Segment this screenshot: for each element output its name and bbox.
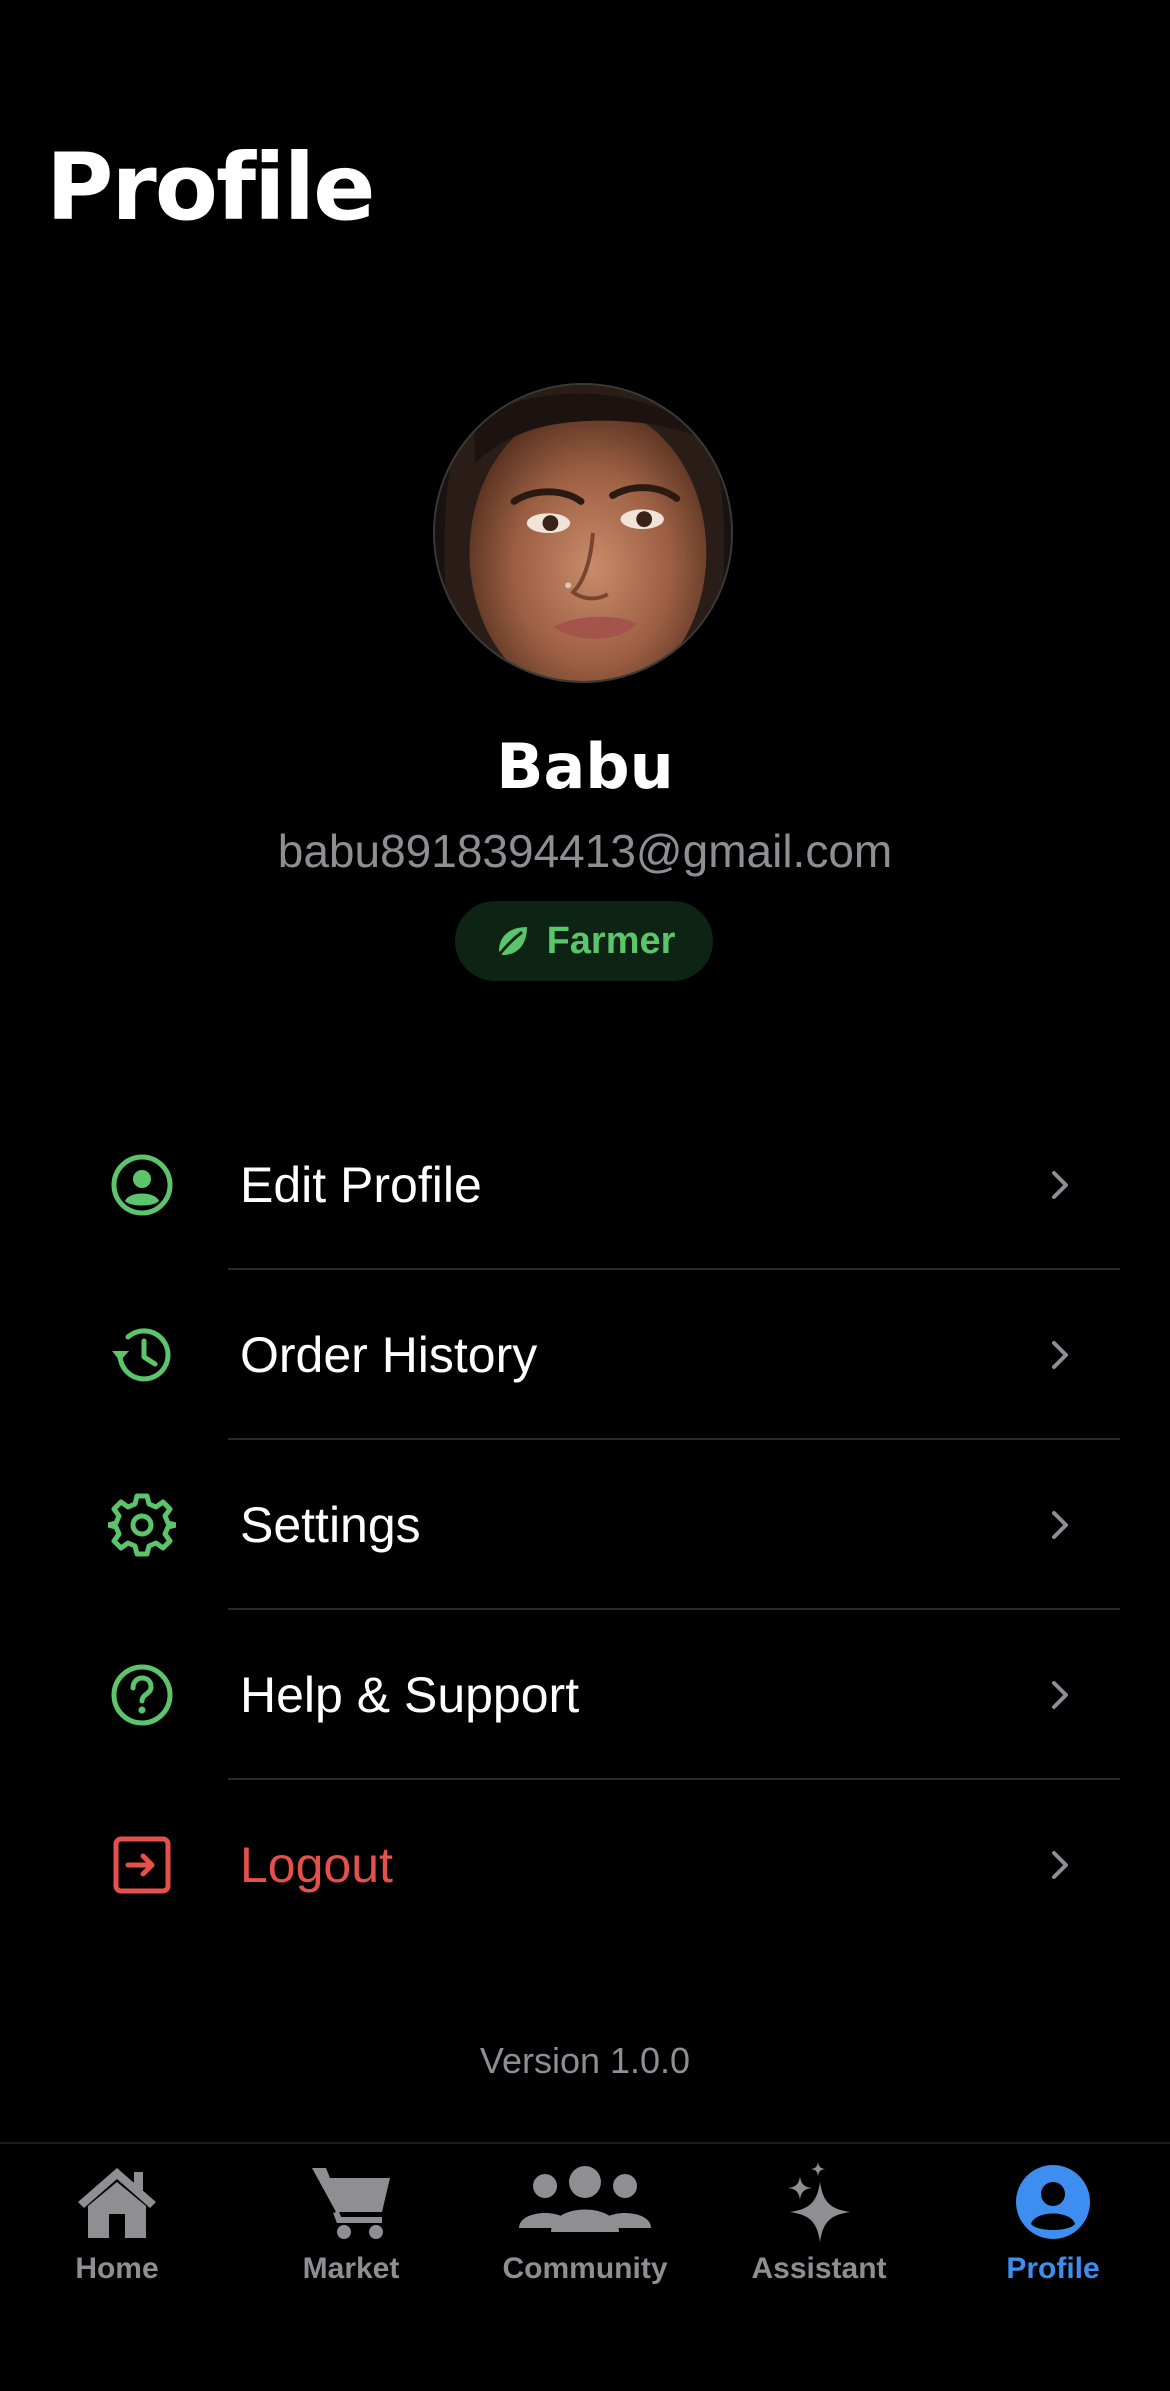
version-label: Version 1.0.0 bbox=[479, 2040, 691, 2081]
chevron-right-icon bbox=[1052, 1511, 1068, 1539]
profile-screen: Profile Babu babu8918394413@gmail.com Fa… bbox=[0, 0, 1170, 2391]
tab-home[interactable]: Home bbox=[0, 2144, 234, 2324]
cart-icon bbox=[306, 2162, 396, 2242]
menu-item-order-history[interactable]: Order History bbox=[0, 1270, 1170, 1440]
menu-item-label: Edit Profile bbox=[240, 1157, 482, 1213]
menu-item-label: Settings bbox=[240, 1497, 421, 1553]
gear-icon bbox=[105, 1491, 179, 1559]
tab-label: Profile bbox=[1006, 2252, 1100, 2285]
chevron-right-icon bbox=[1052, 1171, 1068, 1199]
role-label: Farmer bbox=[546, 919, 676, 962]
tab-label: Market bbox=[302, 2252, 400, 2285]
page-title: Profile bbox=[46, 134, 375, 241]
person-circle-icon bbox=[108, 1151, 176, 1219]
person-icon bbox=[1013, 2162, 1093, 2242]
chevron-right-icon bbox=[1052, 1851, 1068, 1879]
tab-bar: Home Market Community Assistant Profile bbox=[0, 2142, 1170, 2391]
menu-item-settings[interactable]: Settings bbox=[0, 1440, 1170, 1610]
chevron-right-icon bbox=[1052, 1681, 1068, 1709]
leaf-icon bbox=[497, 927, 527, 957]
user-email: babu8918394413@gmail.com bbox=[277, 825, 893, 877]
people-icon bbox=[515, 2162, 655, 2242]
tab-assistant[interactable]: Assistant bbox=[702, 2144, 936, 2324]
user-name: Babu bbox=[496, 730, 674, 803]
avatar[interactable] bbox=[433, 383, 733, 683]
role-badge: Farmer bbox=[455, 901, 713, 981]
profile-menu: Edit Profile Order History Settings Help… bbox=[0, 1100, 1170, 1950]
tab-label: Home bbox=[75, 2252, 159, 2285]
menu-item-edit-profile[interactable]: Edit Profile bbox=[0, 1100, 1170, 1270]
help-icon bbox=[108, 1661, 176, 1729]
history-icon bbox=[108, 1321, 176, 1389]
avatar-photo bbox=[435, 385, 731, 681]
chevron-right-icon bbox=[1052, 1341, 1068, 1369]
tab-label: Assistant bbox=[751, 2252, 887, 2285]
menu-item-help-support[interactable]: Help & Support bbox=[0, 1610, 1170, 1780]
sparkles-icon bbox=[774, 2162, 864, 2242]
tab-label: Community bbox=[502, 2252, 668, 2285]
menu-item-logout[interactable]: Logout bbox=[0, 1780, 1170, 1950]
tab-market[interactable]: Market bbox=[234, 2144, 468, 2324]
menu-item-label: Logout bbox=[240, 1837, 393, 1893]
menu-item-label: Help & Support bbox=[240, 1667, 580, 1723]
menu-item-label: Order History bbox=[240, 1327, 538, 1383]
tab-community[interactable]: Community bbox=[468, 2144, 702, 2324]
logout-icon bbox=[108, 1831, 176, 1899]
home-icon bbox=[72, 2162, 162, 2242]
tab-profile[interactable]: Profile bbox=[936, 2144, 1170, 2324]
